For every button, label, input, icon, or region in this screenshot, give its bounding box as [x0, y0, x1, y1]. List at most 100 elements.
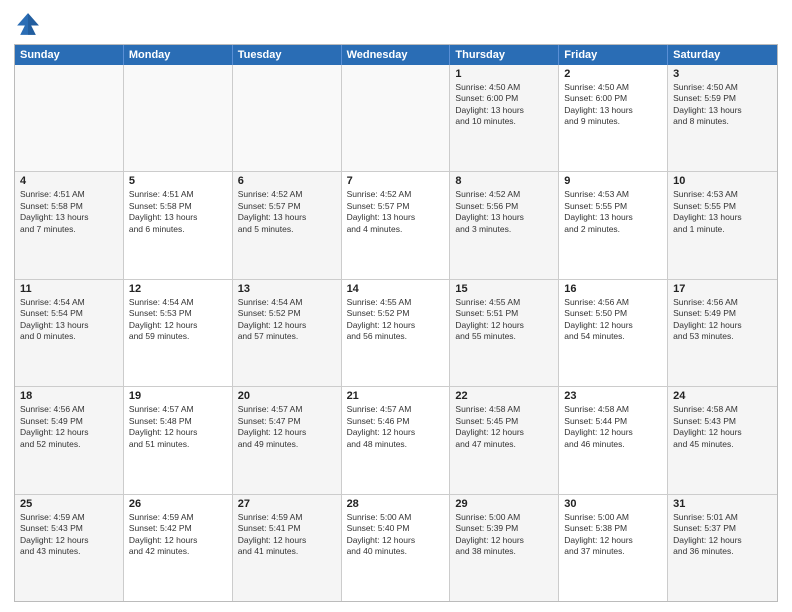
day-number: 13 [238, 283, 336, 295]
day-number: 29 [455, 498, 553, 510]
day-number: 12 [129, 283, 227, 295]
day-cell-12: 12 Sunrise: 4:54 AMSunset: 5:53 PMDayligh… [124, 280, 233, 386]
week-row-2: 4 Sunrise: 4:51 AMSunset: 5:58 PMDaylight… [15, 172, 777, 279]
day-cell-5: 5Sunrise: 4:51 AMSunset: 5:58 PMDaylight… [124, 172, 233, 278]
week-row-4: 18 Sunrise: 4:56 AMSunset: 5:49 PMDayligh… [15, 387, 777, 494]
day-info: Sunrise: 5:01 AMSunset: 5:37 PMDaylight:… [673, 512, 772, 558]
day-cell-1: 1 Sunrise: 4:50 AMSunset: 6:00 PMDaylight… [450, 65, 559, 171]
day-cell-13: 13 Sunrise: 4:54 AMSunset: 5:52 PMDayligh… [233, 280, 342, 386]
day-number: 8 [455, 175, 553, 187]
day-info: Sunrise: 4:50 AMSunset: 6:00 PMDaylight:… [564, 82, 662, 128]
day-number: 21 [347, 390, 445, 402]
day-number: 16 [564, 283, 662, 295]
header-day-sunday: Sunday [15, 45, 124, 65]
calendar-header: SundayMondayTuesdayWednesdayThursdayFrid… [15, 45, 777, 65]
logo-icon [14, 10, 42, 38]
day-number: 14 [347, 283, 445, 295]
day-info: Sunrise: 5:00 AMSunset: 5:40 PMDaylight:… [347, 512, 445, 558]
day-number: 15 [455, 283, 553, 295]
day-info: Sunrise: 4:59 AMSunset: 5:41 PMDaylight:… [238, 512, 336, 558]
day-info: Sunrise: 4:52 AMSunset: 5:57 PMDaylight:… [238, 189, 336, 235]
day-number: 31 [673, 498, 772, 510]
day-cell-6: 6 Sunrise: 4:52 AMSunset: 5:57 PMDaylight… [233, 172, 342, 278]
day-number: 22 [455, 390, 553, 402]
day-number: 3 [673, 68, 772, 80]
day-info: Sunrise: 4:53 AMSunset: 5:55 PMDaylight:… [673, 189, 772, 235]
day-cell-9: 9 Sunrise: 4:53 AMSunset: 5:55 PMDaylight… [559, 172, 668, 278]
day-number: 28 [347, 498, 445, 510]
day-cell-17: 17 Sunrise: 4:56 AMSunset: 5:49 PMDayligh… [668, 280, 777, 386]
day-info: Sunrise: 5:00 AMSunset: 5:38 PMDaylight:… [564, 512, 662, 558]
day-info: Sunrise: 4:52 AMSunset: 5:56 PMDaylight:… [455, 189, 553, 235]
day-cell-31: 31 Sunrise: 5:01 AMSunset: 5:37 PMDayligh… [668, 495, 777, 601]
day-number: 10 [673, 175, 772, 187]
week-row-5: 25 Sunrise: 4:59 AMSunset: 5:43 PMDayligh… [15, 495, 777, 601]
empty-cell [124, 65, 233, 171]
empty-cell [342, 65, 451, 171]
day-number: 18 [20, 390, 118, 402]
day-info: Sunrise: 5:00 AMSunset: 5:39 PMDaylight:… [455, 512, 553, 558]
day-info: Sunrise: 4:54 AMSunset: 5:52 PMDaylight:… [238, 297, 336, 343]
header-day-wednesday: Wednesday [342, 45, 451, 65]
empty-cell [233, 65, 342, 171]
calendar-body: 1 Sunrise: 4:50 AMSunset: 6:00 PMDaylight… [15, 65, 777, 601]
day-number: 11 [20, 283, 118, 295]
day-info: Sunrise: 4:53 AMSunset: 5:55 PMDaylight:… [564, 189, 662, 235]
empty-cell [15, 65, 124, 171]
header-day-tuesday: Tuesday [233, 45, 342, 65]
day-cell-11: 11 Sunrise: 4:54 AMSunset: 5:54 PMDayligh… [15, 280, 124, 386]
day-number: 27 [238, 498, 336, 510]
day-info: Sunrise: 4:59 AMSunset: 5:42 PMDaylight:… [129, 512, 227, 558]
day-cell-10: 10 Sunrise: 4:53 AMSunset: 5:55 PMDayligh… [668, 172, 777, 278]
day-number: 7 [347, 175, 445, 187]
day-info: Sunrise: 4:51 AMSunset: 5:58 PMDaylight:… [20, 189, 118, 235]
day-cell-16: 16Sunrise: 4:56 AMSunset: 5:50 PMDayligh… [559, 280, 668, 386]
day-info: Sunrise: 4:56 AMSunset: 5:49 PMDaylight:… [673, 297, 772, 343]
day-number: 30 [564, 498, 662, 510]
header [14, 10, 778, 38]
day-cell-14: 14 Sunrise: 4:55 AMSunset: 5:52 PMDayligh… [342, 280, 451, 386]
day-info: Sunrise: 4:50 AMSunset: 5:59 PMDaylight:… [673, 82, 772, 128]
week-row-3: 11 Sunrise: 4:54 AMSunset: 5:54 PMDayligh… [15, 280, 777, 387]
day-number: 5 [129, 175, 227, 187]
day-number: 23 [564, 390, 662, 402]
day-info: Sunrise: 4:59 AMSunset: 5:43 PMDaylight:… [20, 512, 118, 558]
day-number: 1 [455, 68, 553, 80]
day-cell-25: 25 Sunrise: 4:59 AMSunset: 5:43 PMDayligh… [15, 495, 124, 601]
day-number: 9 [564, 175, 662, 187]
day-cell-26: 26Sunrise: 4:59 AMSunset: 5:42 PMDayligh… [124, 495, 233, 601]
header-day-monday: Monday [124, 45, 233, 65]
day-info: Sunrise: 4:54 AMSunset: 5:54 PMDaylight:… [20, 297, 118, 343]
day-cell-7: 7Sunrise: 4:52 AMSunset: 5:57 PMDaylight… [342, 172, 451, 278]
day-info: Sunrise: 4:58 AMSunset: 5:43 PMDaylight:… [673, 404, 772, 450]
day-number: 4 [20, 175, 118, 187]
day-number: 20 [238, 390, 336, 402]
header-day-saturday: Saturday [668, 45, 777, 65]
header-day-thursday: Thursday [450, 45, 559, 65]
day-cell-2: 2 Sunrise: 4:50 AMSunset: 6:00 PMDaylight… [559, 65, 668, 171]
day-cell-15: 15Sunrise: 4:55 AMSunset: 5:51 PMDayligh… [450, 280, 559, 386]
day-cell-4: 4 Sunrise: 4:51 AMSunset: 5:58 PMDaylight… [15, 172, 124, 278]
day-info: Sunrise: 4:54 AMSunset: 5:53 PMDaylight:… [129, 297, 227, 343]
day-info: Sunrise: 4:50 AMSunset: 6:00 PMDaylight:… [455, 82, 553, 128]
day-number: 25 [20, 498, 118, 510]
logo [14, 10, 46, 38]
day-cell-29: 29 Sunrise: 5:00 AMSunset: 5:39 PMDayligh… [450, 495, 559, 601]
day-number: 24 [673, 390, 772, 402]
day-cell-24: 24 Sunrise: 4:58 AMSunset: 5:43 PMDayligh… [668, 387, 777, 493]
day-number: 17 [673, 283, 772, 295]
day-cell-21: 21Sunrise: 4:57 AMSunset: 5:46 PMDayligh… [342, 387, 451, 493]
day-cell-28: 28 Sunrise: 5:00 AMSunset: 5:40 PMDayligh… [342, 495, 451, 601]
day-cell-19: 19Sunrise: 4:57 AMSunset: 5:48 PMDayligh… [124, 387, 233, 493]
day-info: Sunrise: 4:55 AMSunset: 5:52 PMDaylight:… [347, 297, 445, 343]
day-number: 6 [238, 175, 336, 187]
day-info: Sunrise: 4:58 AMSunset: 5:44 PMDaylight:… [564, 404, 662, 450]
day-cell-22: 22 Sunrise: 4:58 AMSunset: 5:45 PMDayligh… [450, 387, 559, 493]
day-info: Sunrise: 4:58 AMSunset: 5:45 PMDaylight:… [455, 404, 553, 450]
day-cell-20: 20 Sunrise: 4:57 AMSunset: 5:47 PMDayligh… [233, 387, 342, 493]
day-info: Sunrise: 4:56 AMSunset: 5:49 PMDaylight:… [20, 404, 118, 450]
day-info: Sunrise: 4:57 AMSunset: 5:48 PMDaylight:… [129, 404, 227, 450]
day-number: 2 [564, 68, 662, 80]
day-cell-8: 8 Sunrise: 4:52 AMSunset: 5:56 PMDaylight… [450, 172, 559, 278]
day-info: Sunrise: 4:57 AMSunset: 5:47 PMDaylight:… [238, 404, 336, 450]
